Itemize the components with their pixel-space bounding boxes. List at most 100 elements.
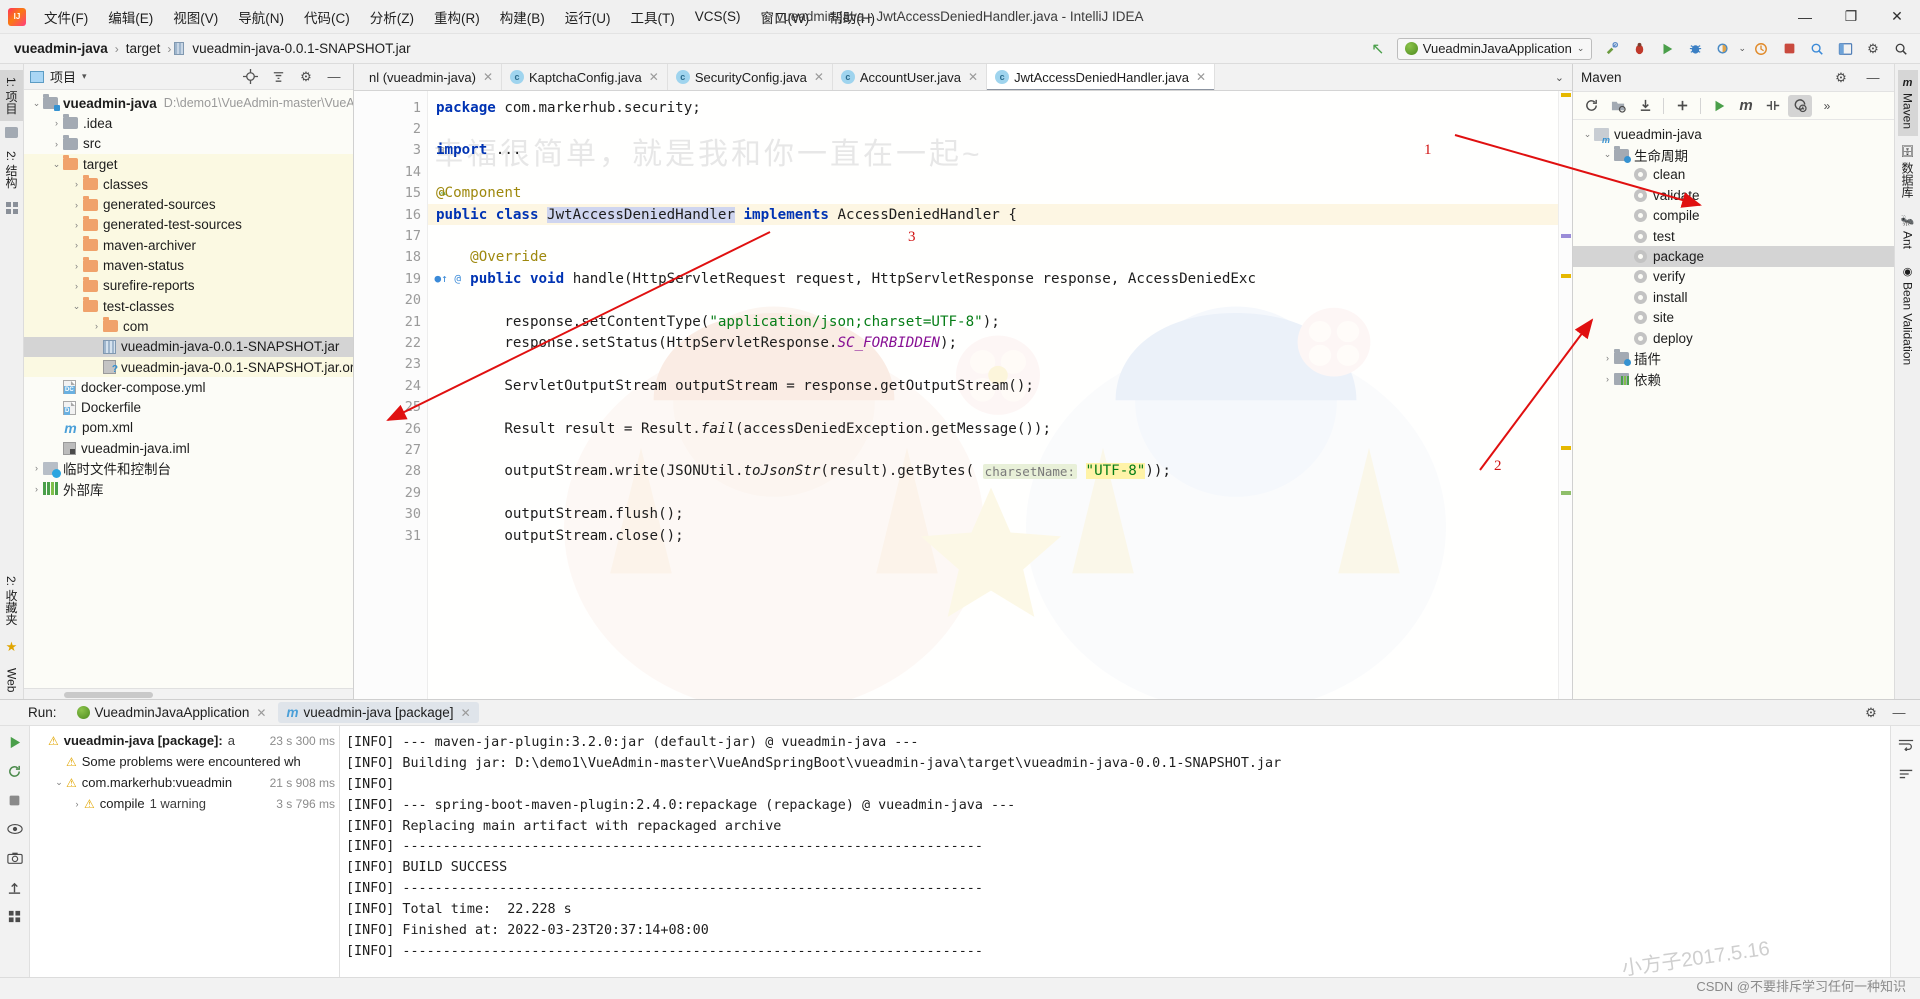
expand-arrow-icon[interactable]: ›: [90, 321, 103, 331]
editor-marker-bar[interactable]: [1558, 91, 1572, 699]
expand-arrow-icon[interactable]: ›: [30, 463, 43, 473]
code-line[interactable]: outputStream.flush();: [428, 503, 1558, 524]
maven-tree-item[interactable]: site: [1573, 308, 1894, 328]
gutter-line-number[interactable]: 26: [354, 418, 427, 439]
rail-tab-project[interactable]: 1: 项目: [0, 70, 23, 122]
expand-arrow-icon[interactable]: ⌄: [1601, 149, 1614, 160]
maven-tree-item[interactable]: test: [1573, 226, 1894, 246]
code-line[interactable]: [428, 225, 1558, 246]
project-tree-item[interactable]: › maven-archiver: [24, 235, 353, 256]
build-icon[interactable]: [1598, 37, 1624, 61]
code-line[interactable]: public void handle (HttpServletRequest re…: [428, 268, 1558, 289]
project-tree-item[interactable]: › 外部库: [24, 479, 353, 499]
skip-tests-icon[interactable]: [1761, 95, 1785, 117]
expand-arrow-icon[interactable]: ›: [70, 799, 84, 809]
code-line[interactable]: package com.markerhub.security;: [428, 97, 1558, 118]
gutter-line-number[interactable]: 16◕: [354, 204, 447, 225]
panel-settings-icon[interactable]: ⚙: [293, 65, 319, 89]
gutter-line-number[interactable]: 18: [354, 247, 427, 268]
code-editor[interactable]: 幸福很简单，就是我和你一直在一起~ 1 2 3 ⊞ 14 15 ❧ 16 17 …: [354, 91, 1572, 699]
menu-analyze[interactable]: 分析(Z): [360, 3, 424, 31]
expand-arrow-icon[interactable]: ⌄: [70, 301, 83, 312]
expand-arrow-icon[interactable]: ›: [70, 240, 83, 250]
menu-vcs[interactable]: VCS(S): [685, 5, 751, 28]
close-icon[interactable]: ✕: [968, 70, 978, 84]
build-tree-item[interactable]: › ⚠ compile 1 warning 3 s 796 ms: [30, 793, 339, 814]
close-icon[interactable]: ✕: [649, 70, 659, 84]
close-icon[interactable]: ✕: [1196, 70, 1206, 84]
gutter-line-number[interactable]: 19 ●↑ @: [354, 268, 461, 289]
run-tab-application[interactable]: VueadminJavaApplication ✕: [69, 702, 275, 723]
project-tree-item[interactable]: › com: [24, 316, 353, 337]
expand-arrow-icon[interactable]: ›: [1601, 353, 1614, 363]
project-tree-item[interactable]: D Dockerfile: [24, 397, 353, 417]
build-result-tree[interactable]: ⚠ vueadmin-java [package]: a 23 s 300 ms ⚠ So…: [30, 726, 340, 977]
run-icon[interactable]: [1654, 37, 1680, 61]
expand-arrow-icon[interactable]: ›: [70, 200, 83, 210]
code-line[interactable]: [428, 290, 1558, 311]
refresh-icon[interactable]: [1579, 95, 1603, 117]
project-tree[interactable]: ⌄ vueadmin-java D:\demo1\VueAdmin-master\V…: [24, 90, 353, 688]
code-line[interactable]: [428, 439, 1558, 460]
editor-tab[interactable]: c SecurityConfig.java ✕: [668, 64, 833, 90]
gutter-line-number[interactable]: 28: [354, 461, 427, 482]
code-line[interactable]: [428, 396, 1558, 417]
editor-tab[interactable]: c KaptchaConfig.java ✕: [502, 64, 668, 90]
menu-help[interactable]: 帮助(H): [819, 3, 885, 31]
maven-tree-item[interactable]: › 依赖: [1573, 369, 1894, 389]
expand-arrow-icon[interactable]: ⌄: [30, 98, 43, 109]
breadcrumb-file[interactable]: vueadmin-java-0.0.1-SNAPSHOT.jar: [188, 39, 414, 58]
project-tree-item[interactable]: ⌄ test-classes: [24, 295, 353, 317]
stop-icon[interactable]: [1776, 37, 1802, 61]
layout-icon[interactable]: [1832, 37, 1858, 61]
expand-arrow-icon[interactable]: ›: [70, 179, 83, 189]
menu-window[interactable]: 窗口(W): [751, 3, 820, 31]
download-sources-icon[interactable]: [1633, 95, 1657, 117]
project-tree-item[interactable]: › generated-test-sources: [24, 214, 353, 236]
rerun-icon[interactable]: [4, 732, 26, 752]
project-tree-item[interactable]: › src: [24, 134, 353, 154]
project-tree-item[interactable]: › 临时文件和控制台: [24, 458, 353, 478]
hide-panel-icon[interactable]: —: [321, 65, 347, 89]
maven-tree[interactable]: ⌄vueadmin-java⌄生命周期cleanvalidatecompilet…: [1573, 120, 1894, 699]
gutter-line-number[interactable]: 1: [354, 97, 427, 118]
maven-tree-item[interactable]: verify: [1573, 267, 1894, 287]
code-line[interactable]: [428, 482, 1558, 503]
code-line[interactable]: ServletOutputStream outputStream = respo…: [428, 375, 1558, 396]
project-tree-item[interactable]: m pom.xml: [24, 418, 353, 438]
expand-arrow-icon[interactable]: ⌄: [1581, 129, 1594, 140]
menu-tools[interactable]: 工具(T): [621, 3, 685, 31]
rail-tab-maven[interactable]: m Maven: [1897, 70, 1918, 137]
code-line[interactable]: outputStream.close();: [428, 525, 1558, 546]
close-icon[interactable]: ✕: [461, 706, 471, 720]
settings-gear-icon[interactable]: ⚙: [1860, 37, 1886, 61]
menu-code[interactable]: 代码(C): [294, 3, 360, 31]
editor-tab[interactable]: nl (vueadmin-java) ✕: [354, 64, 502, 90]
minimize-button[interactable]: —: [1782, 0, 1828, 34]
expand-arrow-icon[interactable]: ›: [70, 220, 83, 230]
expand-arrow-icon[interactable]: ›: [70, 261, 83, 271]
expand-arrow-icon[interactable]: ›: [50, 139, 63, 149]
editor-tab[interactable]: c AccountUser.java ✕: [833, 64, 988, 90]
maven-settings-icon[interactable]: ⚙: [1828, 66, 1854, 90]
sort-icon[interactable]: [1895, 764, 1917, 784]
console-output[interactable]: [INFO] --- maven-jar-plugin:3.2.0:jar (d…: [340, 726, 1890, 977]
code-line[interactable]: response.setContentType("application/jso…: [428, 311, 1558, 332]
rail-tab-web[interactable]: Web: [2, 661, 22, 699]
menu-navigate[interactable]: 导航(N): [228, 3, 294, 31]
run-tab-maven-package[interactable]: m vueadmin-java [package] ✕: [278, 702, 479, 723]
gutter-line-number[interactable]: 14: [354, 161, 427, 182]
maven-tree-item[interactable]: validate: [1573, 185, 1894, 205]
back-arrow-icon[interactable]: ↖: [1365, 37, 1391, 61]
editor-tab-bar[interactable]: nl (vueadmin-java) ✕ c KaptchaConfig.java ✕ c…: [354, 64, 1572, 91]
editor-tabs-overflow-icon[interactable]: ⌄: [1547, 64, 1572, 90]
gutter-line-number[interactable]: 31: [354, 525, 427, 546]
attach-profiler-icon[interactable]: [1748, 37, 1774, 61]
add-maven-project-icon[interactable]: [1606, 95, 1630, 117]
project-horizontal-scrollbar[interactable]: [24, 688, 353, 699]
locate-target-icon[interactable]: [237, 65, 263, 89]
gutter-line-number[interactable]: 22: [354, 332, 427, 353]
maven-tree-item[interactable]: compile: [1573, 206, 1894, 226]
project-tree-item[interactable]: ⌄ vueadmin-java D:\demo1\VueAdmin-master\V…: [24, 93, 353, 113]
bug-icon[interactable]: [1626, 37, 1652, 61]
